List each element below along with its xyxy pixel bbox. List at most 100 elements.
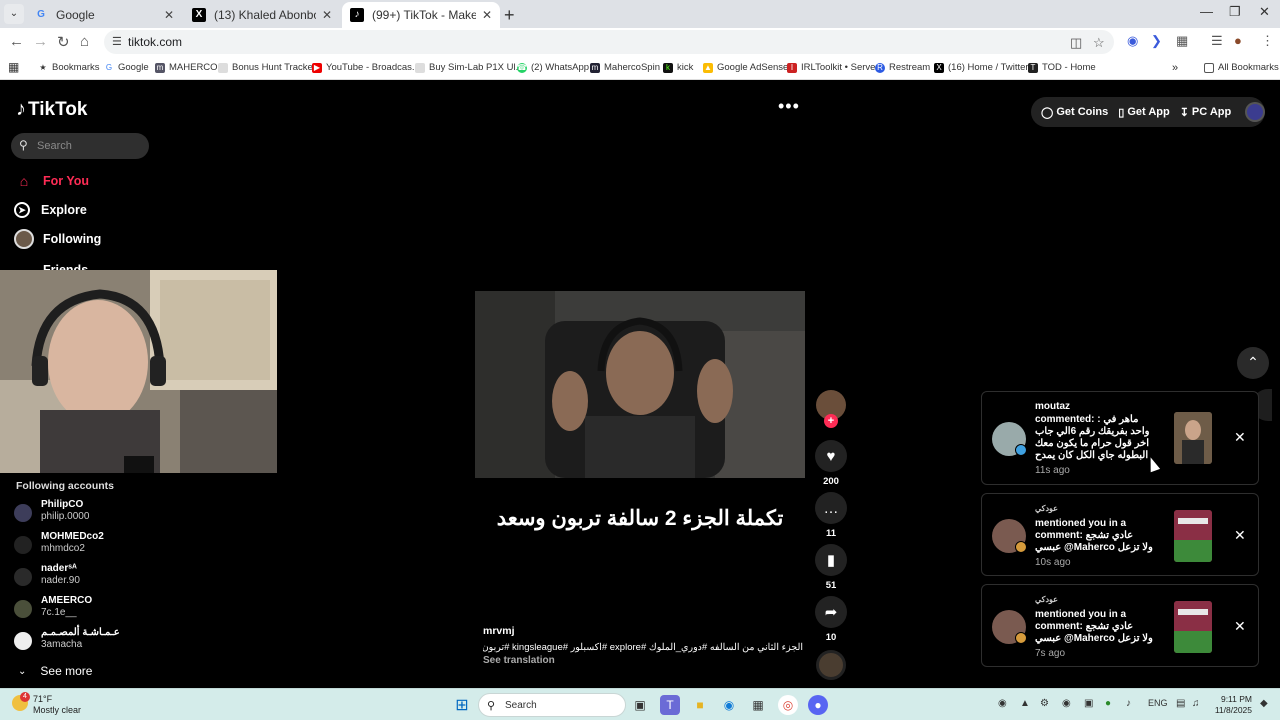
file-explorer-icon[interactable]: ■ xyxy=(690,695,710,715)
comment-button[interactable]: … 11 xyxy=(814,492,848,539)
notification-card[interactable]: moutaz commented: : ماهر في واحد بفريقك … xyxy=(981,391,1259,485)
task-view-icon[interactable]: ▣ xyxy=(630,695,650,715)
profile-avatar[interactable] xyxy=(1245,102,1265,122)
weather-condition[interactable]: Mostly clear xyxy=(33,705,81,715)
tab-search-button[interactable]: ⌄ xyxy=(4,4,24,24)
close-icon[interactable]: ✕ xyxy=(322,8,332,22)
video-thumbnail[interactable] xyxy=(1174,412,1212,464)
chrome-icon[interactable]: ◎ xyxy=(778,695,798,715)
search-input[interactable]: ⚲ Search xyxy=(11,133,149,159)
bookmark-star-icon[interactable]: ☆ xyxy=(1093,35,1105,51)
tab-google[interactable]: G Google ✕ xyxy=(26,2,182,28)
nav-for-you[interactable]: ⌂ For You xyxy=(14,170,89,192)
clock[interactable]: 9:11 PM 11/8/2025 xyxy=(1208,694,1252,716)
store-icon[interactable]: ▦ xyxy=(748,695,768,715)
windows-start-icon[interactable]: ⊞ xyxy=(452,695,472,715)
video-player[interactable]: تكملة الجزء 2 سالفة تربون وسعد mrvmj الج… xyxy=(475,291,805,679)
profile-avatar-icon[interactable]: ● xyxy=(1234,33,1242,48)
video-author[interactable]: mrvmj xyxy=(483,625,515,637)
address-bar[interactable]: ☰ tiktok.com ◫ ☆ xyxy=(104,30,1114,54)
notification-bell-icon[interactable]: ◆ xyxy=(1260,698,1268,709)
bookmark-item[interactable]: k kick xyxy=(663,62,693,73)
language-indicator[interactable]: ENG xyxy=(1148,698,1168,708)
home-icon[interactable]: ⌂ xyxy=(80,33,89,50)
menu-kebab-icon[interactable]: ⋮ xyxy=(1261,33,1274,49)
extension-icon[interactable]: ❯ xyxy=(1151,33,1162,49)
discord-icon[interactable]: ● xyxy=(808,695,828,715)
microphone-icon[interactable]: ♪ xyxy=(1126,698,1131,709)
video-thumbnail[interactable] xyxy=(1174,510,1212,562)
tab-x-profile[interactable]: X (13) Khaled Abonbot (@k_abon ✕ xyxy=(184,2,340,28)
bookmark-item[interactable]: T TOD - Home xyxy=(1028,62,1096,73)
music-disc-icon[interactable] xyxy=(816,650,846,680)
minimize-button[interactable]: — xyxy=(1200,4,1213,19)
bookmark-item[interactable]: G Google xyxy=(104,62,149,73)
volume-icon[interactable]: ♫ xyxy=(1192,698,1200,709)
url-text[interactable]: tiktok.com xyxy=(128,35,182,49)
close-icon[interactable]: ✕ xyxy=(1234,429,1246,446)
tray-app-icon[interactable]: ▲ xyxy=(1020,698,1030,709)
bookmark-item[interactable]: Bonus Hunt Tracker xyxy=(218,62,316,73)
bookmark-item[interactable]: I IRLToolkit • Server xyxy=(787,62,879,73)
get-app-button[interactable]: ▯ Get App xyxy=(1118,106,1169,119)
bookmark-item[interactable]: m MahercoSpin xyxy=(590,62,660,73)
following-account[interactable]: PhilipCO philip.0000 xyxy=(14,499,174,527)
bookmark-item[interactable]: ▶ YouTube - Broadcas... xyxy=(312,62,420,73)
new-tab-button[interactable]: + xyxy=(504,5,515,26)
nav-explore[interactable]: ➤ Explore xyxy=(14,199,87,221)
following-account[interactable]: عـمـاشـة ألمصـمـم 3amacha xyxy=(14,627,174,655)
more-options-icon[interactable]: ••• xyxy=(778,96,800,117)
get-coins-button[interactable]: ◯ Get Coins xyxy=(1041,106,1108,119)
following-account[interactable]: MOHMEDco2 mhmdco2 xyxy=(14,531,174,559)
maximize-button[interactable]: ❐ xyxy=(1229,4,1241,20)
video-frame[interactable] xyxy=(475,291,805,478)
forward-icon[interactable]: → xyxy=(33,33,48,50)
follow-plus-icon[interactable]: + xyxy=(824,414,838,428)
reload-icon[interactable]: ↻ xyxy=(57,33,70,51)
see-translation-link[interactable]: See translation xyxy=(483,655,555,666)
bookmark-item[interactable]: X (16) Home / Twitter xyxy=(934,62,1029,73)
more-bookmarks-chevron-icon[interactable]: » xyxy=(1172,62,1178,74)
pc-app-button[interactable]: ↧ PC App xyxy=(1180,106,1232,119)
see-more-button[interactable]: ⌄ See more xyxy=(18,664,92,678)
tray-app-icon[interactable]: ▣ xyxy=(1084,698,1093,709)
extensions-puzzle-icon[interactable]: ▦ xyxy=(1176,33,1188,49)
tray-app-icon[interactable]: ● xyxy=(1105,698,1111,709)
edge-icon[interactable]: ◉ xyxy=(719,695,739,715)
following-account[interactable]: naderˢᴬ nader.90 xyxy=(14,563,174,591)
like-button[interactable]: ♥ 200 xyxy=(814,440,848,487)
video-thumbnail[interactable] xyxy=(1174,601,1212,653)
tray-app-icon[interactable]: ◉ xyxy=(1062,698,1071,709)
close-icon[interactable]: ✕ xyxy=(1234,527,1246,544)
apps-grid-icon[interactable]: ▦ xyxy=(8,60,19,74)
share-button[interactable]: ➦ 10 xyxy=(814,596,848,643)
all-bookmarks-folder[interactable]: All Bookmarks xyxy=(1204,62,1279,73)
close-icon[interactable]: ✕ xyxy=(1234,618,1246,635)
bookmark-item[interactable]: ★ Bookmarks xyxy=(38,62,99,73)
weather-temp[interactable]: 71°F xyxy=(33,694,52,704)
teams-icon[interactable]: T xyxy=(660,695,680,715)
back-icon[interactable]: ← xyxy=(9,33,24,50)
extension-icon[interactable]: ◉ xyxy=(1127,33,1138,49)
close-icon[interactable]: ✕ xyxy=(482,8,492,22)
install-app-icon[interactable]: ◫ xyxy=(1070,35,1082,51)
previous-video-button[interactable]: ⌃ xyxy=(1237,347,1269,379)
tiktok-logo[interactable]: ♪ TikTok xyxy=(16,98,87,121)
close-icon[interactable]: ✕ xyxy=(164,8,174,22)
network-icon[interactable]: ▤ xyxy=(1176,698,1185,709)
notification-card[interactable]: عودكي mentioned you in a comment: عادي ت… xyxy=(981,584,1259,667)
bookmark-item[interactable]: Buy Sim-Lab P1X Ul... xyxy=(415,62,524,73)
steam-icon[interactable]: ⚙ xyxy=(1040,698,1049,709)
bookmark-item[interactable]: ☎ (2) WhatsApp xyxy=(517,62,589,73)
bookmark-item[interactable]: m MAHERCO xyxy=(155,62,218,73)
bookmark-item[interactable]: ▲ Google AdSense xyxy=(703,62,788,73)
save-button[interactable]: ▮ 51 xyxy=(814,544,848,591)
following-account[interactable]: AMEERCO 7c.1e__ xyxy=(14,595,174,623)
bookmark-item[interactable]: R Restream xyxy=(875,62,930,73)
reading-list-icon[interactable]: ☰ xyxy=(1211,33,1223,49)
taskbar-search-input[interactable]: ⚲ Search xyxy=(478,693,626,717)
site-info-icon[interactable]: ☰ xyxy=(112,35,122,48)
window-close-button[interactable]: ✕ xyxy=(1259,4,1270,20)
tab-tiktok[interactable]: ♪ (99+) TikTok - Make Your Da ✕ xyxy=(342,2,500,28)
nav-following[interactable]: Following xyxy=(14,228,101,250)
